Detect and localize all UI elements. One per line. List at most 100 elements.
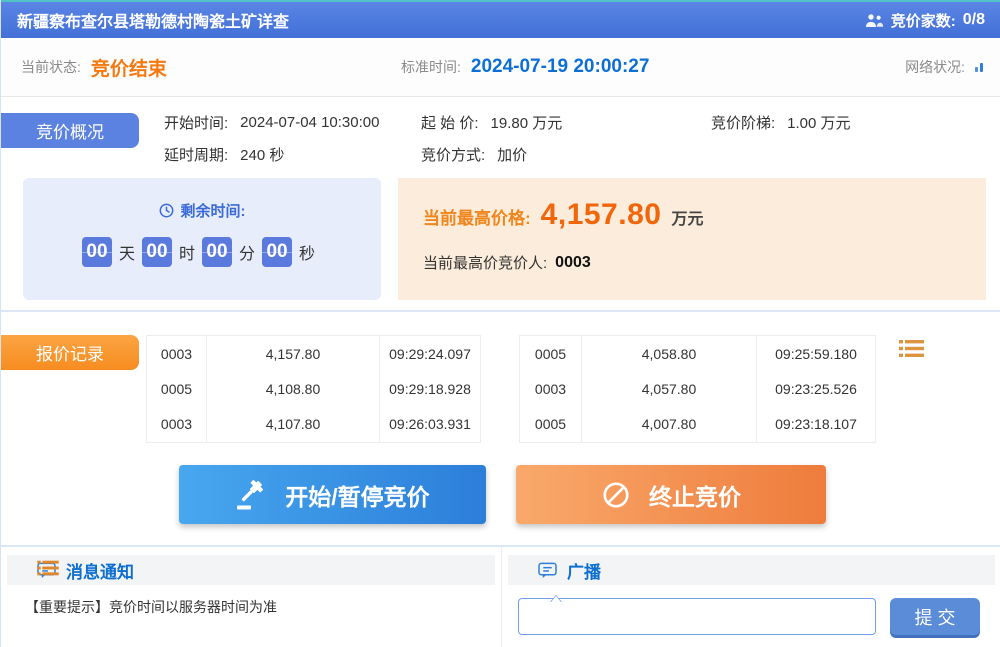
- field-label: 竞价阶梯:: [711, 112, 775, 133]
- table-row: 0003 4,157.80 09:29:24.097: [147, 336, 480, 371]
- bidders-value: 0/8: [963, 11, 985, 29]
- bidders-icon: [865, 13, 884, 28]
- start-pause-button[interactable]: 开始/暂停竞价: [179, 465, 486, 524]
- price-cell: 4,157.80: [207, 336, 380, 371]
- table-row: 0003 4,057.80 09:23:25.526: [520, 371, 875, 406]
- records-table-left: 0003 4,157.80 09:29:24.097 0005 4,108.80…: [146, 335, 481, 443]
- unit-minute: 分: [239, 240, 255, 264]
- highest-price-panel: 当前最高价格: 4,157.80 万元 当前最高价竞价人: 0003: [398, 178, 986, 300]
- status-value: 竞价结束: [91, 54, 167, 81]
- time-cell: 09:23:18.107: [757, 407, 875, 442]
- bidder-cell: 0003: [520, 371, 582, 406]
- bidder-cell: 0005: [147, 371, 207, 406]
- unit-hour: 时: [179, 240, 195, 264]
- bidders-count: 竞价家数: 0/8: [865, 10, 985, 31]
- time-cell: 09:29:18.928: [380, 371, 480, 406]
- page-title: 新疆察布查尔县塔勒德村陶瓷土矿详查: [17, 8, 289, 32]
- overview-badge: 竞价概况: [1, 113, 139, 148]
- price-cell: 4,057.80: [582, 371, 757, 406]
- standard-time: 标准时间: 2024-07-19 20:00:27: [401, 38, 649, 96]
- records-list-icon[interactable]: [899, 338, 924, 364]
- countdown-digits: 00 天 00 时 00 分 00 秒: [23, 237, 381, 267]
- overview-section: 竞价概况 开始时间: 2024-07-04 10:30:00 起 始 价: 19…: [1, 97, 1000, 310]
- terminate-button[interactable]: 终止竞价: [516, 465, 826, 524]
- broadcast-input[interactable]: [518, 598, 876, 635]
- field-value: 2024-07-04 10:30:00: [240, 114, 379, 131]
- minutes-value: 00: [202, 237, 232, 267]
- broadcast-panel: 广播 提 交: [501, 547, 1000, 647]
- highest-price-value: 4,157.80: [541, 198, 662, 232]
- table-row: 0005 4,108.80 09:29:18.928: [147, 371, 480, 406]
- time-cell: 09:25:59.180: [757, 336, 875, 371]
- time-cell: 09:26:03.931: [380, 407, 480, 442]
- bottom-panels: 消息通知 【重要提示】竞价时间以服务器时间为准: [1, 547, 1000, 647]
- price-cell: 4,007.80: [582, 407, 757, 442]
- table-row: 0005 4,007.80 09:23:18.107: [520, 407, 875, 442]
- days-value: 00: [82, 237, 112, 267]
- messages-list-icon[interactable]: [37, 559, 59, 582]
- time-cell: 09:29:24.097: [380, 336, 480, 371]
- message-item: 【重要提示】竞价时间以服务器时间为准: [25, 597, 277, 617]
- price-cell: 4,058.80: [582, 336, 757, 371]
- price-cell: 4,108.80: [207, 371, 380, 406]
- terminate-label: 终止竞价: [649, 478, 741, 512]
- bidders-label: 竞价家数:: [891, 10, 956, 31]
- bidder-cell: 0003: [147, 336, 207, 371]
- field-value: 19.80 万元: [491, 112, 563, 133]
- field-start-price: 起 始 价: 19.80 万元: [421, 112, 562, 133]
- field-value: 1.00 万元: [787, 112, 850, 133]
- messages-title: 消息通知: [66, 558, 134, 583]
- highest-price-label: 当前最高价格:: [423, 204, 531, 229]
- broadcast-title: 广播: [567, 558, 601, 583]
- field-start-time: 开始时间: 2024-07-04 10:30:00: [164, 112, 379, 133]
- seconds-value: 00: [262, 237, 292, 267]
- table-row: 0003 4,107.80 09:26:03.931: [147, 407, 480, 442]
- field-value: 240 秒: [240, 144, 284, 165]
- title-bar: 新疆察布查尔县塔勒德村陶瓷土矿详查 竞价家数: 0/8: [1, 2, 1000, 38]
- gavel-icon: [235, 479, 267, 511]
- field-bid-mode: 竞价方式: 加价: [421, 144, 527, 165]
- signal-icon: [975, 62, 983, 72]
- submit-button[interactable]: 提 交: [890, 598, 980, 635]
- broadcast-header: 广播: [508, 555, 995, 585]
- field-label: 起 始 价:: [421, 112, 479, 133]
- field-bid-step: 竞价阶梯: 1.00 万元: [711, 112, 851, 133]
- current-status: 当前状态: 竞价结束: [21, 38, 167, 96]
- status-label: 当前状态:: [21, 57, 81, 77]
- field-label: 竞价方式:: [421, 144, 485, 165]
- price-cell: 4,107.80: [207, 407, 380, 442]
- highest-price-line: 当前最高价格: 4,157.80 万元: [423, 198, 703, 232]
- records-section: 报价记录 0003 4,157.80 09:29:24.097 0005 4,1…: [1, 312, 1000, 545]
- messages-panel: 消息通知 【重要提示】竞价时间以服务器时间为准: [1, 547, 501, 647]
- highest-price-unit: 万元: [671, 205, 703, 229]
- time-cell: 09:23:25.526: [757, 371, 875, 406]
- status-bar: 当前状态: 竞价结束 标准时间: 2024-07-19 20:00:27 网络状…: [1, 38, 1000, 97]
- bidder-cell: 0005: [520, 336, 582, 371]
- countdown-label: 剩余时间:: [181, 200, 246, 221]
- unit-day: 天: [119, 240, 135, 264]
- field-delay-period: 延时周期: 240 秒: [164, 144, 284, 165]
- highest-bidder-value: 0003: [555, 254, 591, 272]
- auction-page: 新疆察布查尔县塔勒德村陶瓷土矿详查 竞价家数: 0/8 当前状态: 竞价结束 标…: [0, 0, 1000, 647]
- time-value: 2024-07-19 20:00:27: [471, 56, 650, 78]
- highest-bidder-label: 当前最高价竞价人:: [423, 252, 547, 273]
- records-table-right: 0005 4,058.80 09:25:59.180 0003 4,057.80…: [519, 335, 876, 443]
- countdown-title: 剩余时间:: [23, 200, 381, 221]
- network-label: 网络状况:: [905, 57, 965, 77]
- field-label: 延时周期:: [164, 144, 228, 165]
- messages-header: 消息通知: [7, 555, 495, 585]
- countdown-panel: 剩余时间: 00 天 00 时 00 分 00 秒: [23, 178, 381, 300]
- unit-second: 秒: [299, 240, 315, 264]
- bidder-cell: 0005: [520, 407, 582, 442]
- network-status: 网络状况:: [905, 38, 983, 96]
- start-pause-label: 开始/暂停竞价: [285, 478, 429, 512]
- field-label: 开始时间:: [164, 112, 228, 133]
- records-badge: 报价记录: [1, 335, 139, 370]
- bidder-cell: 0003: [147, 407, 207, 442]
- time-label: 标准时间:: [401, 57, 461, 77]
- hours-value: 00: [142, 237, 172, 267]
- prohibit-icon: [601, 480, 631, 510]
- broadcast-bubble-icon: [538, 562, 557, 579]
- table-row: 0005 4,058.80 09:25:59.180: [520, 336, 875, 371]
- broadcast-input-wrap: [518, 598, 876, 635]
